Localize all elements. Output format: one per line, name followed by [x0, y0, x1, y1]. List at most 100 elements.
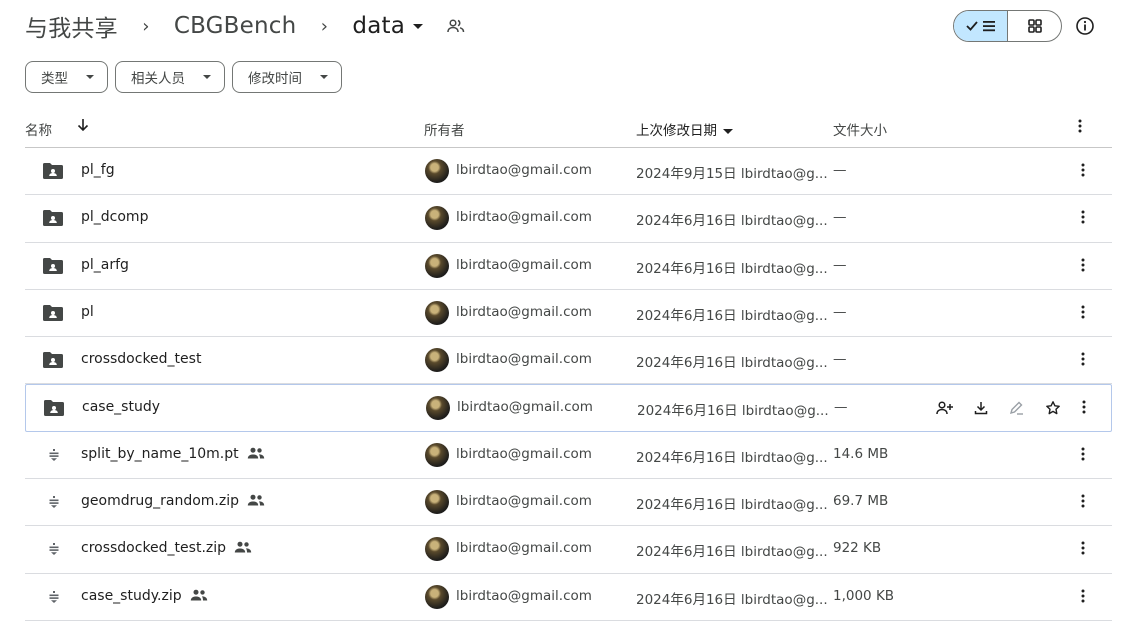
modified-date: 2024年9月15日 lbirdtao@g... — [636, 166, 828, 182]
owner-email: lbirdtao@gmail.com — [456, 303, 592, 320]
more-vert-icon[interactable] — [1080, 493, 1092, 511]
owner-email: lbirdtao@gmail.com — [456, 540, 592, 557]
column-owner-header[interactable]: 所有者 — [424, 119, 465, 139]
shared-folder-icon — [42, 257, 64, 277]
owner-avatar — [425, 300, 449, 325]
breadcrumb: 与我共享 › CBGBench › data — [25, 8, 467, 44]
file-name[interactable]: pl_arfg — [81, 257, 129, 273]
file-name[interactable]: case_study — [82, 399, 160, 415]
archive-file-icon — [49, 543, 59, 556]
owner-email: lbirdtao@gmail.com — [456, 162, 592, 178]
table-row[interactable]: geomdrug_random.zip lbirdtao@gmail.com 202… — [25, 479, 1112, 527]
more-vert-icon[interactable] — [1080, 446, 1092, 464]
modified-date: 2024年6月16日 lbirdtao@g... — [636, 260, 828, 277]
table-row[interactable]: case_study.zip lbirdtao@gmail.com 2024年6月1… — [25, 574, 1112, 621]
file-name[interactable]: pl_fg — [81, 162, 115, 178]
owner-avatar — [425, 206, 449, 231]
caret-down-icon — [203, 75, 211, 79]
modified-date: 2024年6月16日 lbirdtao@g... — [636, 544, 828, 561]
file-size: — — [833, 303, 847, 320]
table-row[interactable]: pl lbirdtao@gmail.com 2024年6月16日 lbirdtao@… — [25, 290, 1112, 338]
shared-people-icon[interactable] — [447, 16, 467, 36]
shared-folder-icon — [42, 162, 64, 182]
shared-icon — [247, 494, 265, 508]
file-name[interactable]: geomdrug_random.zip — [81, 493, 265, 509]
table-row[interactable]: pl_arfg lbirdtao@gmail.com 2024年6月16日 lbir… — [25, 243, 1112, 290]
file-name[interactable]: pl_dcomp — [81, 209, 148, 225]
more-vert-icon[interactable] — [1080, 209, 1092, 227]
column-modified-header[interactable]: 上次修改日期 — [636, 119, 733, 139]
caret-down-icon — [86, 75, 94, 79]
modified-date: 2024年6月16日 lbirdtao@g... — [636, 307, 828, 324]
more-vert-icon[interactable] — [1080, 162, 1092, 180]
owner-email: lbirdtao@gmail.com — [456, 209, 592, 226]
archive-file-icon — [49, 448, 59, 461]
filter-bar: 类型 相关人员 修改时间 — [25, 61, 342, 93]
share-person-add-icon[interactable] — [935, 398, 955, 418]
file-name[interactable]: pl — [81, 304, 94, 320]
arrow-down-icon[interactable] — [75, 117, 91, 137]
table-header: 名称 所有者 上次修改日期 文件大小 — [25, 108, 1112, 148]
owner-email: lbirdtao@gmail.com — [456, 256, 592, 273]
star-icon[interactable] — [1043, 398, 1063, 418]
owner-avatar — [425, 490, 449, 515]
caret-down-icon — [413, 24, 424, 29]
modified-date: 2024年6月16日 lbirdtao@g... — [637, 403, 829, 420]
owner-email: lbirdtao@gmail.com — [456, 445, 592, 462]
more-vert-icon[interactable] — [1081, 399, 1093, 417]
file-name[interactable]: case_study.zip — [81, 588, 208, 604]
more-vert-icon[interactable] — [1080, 257, 1092, 275]
rename-icon[interactable] — [1007, 398, 1027, 418]
shared-folder-icon — [43, 399, 65, 419]
table-row[interactable]: split_by_name_10m.pt lbirdtao@gmail.com 20… — [25, 432, 1112, 480]
file-size: 14.6 MB — [833, 445, 889, 462]
table-row[interactable]: pl_fg lbirdtao@gmail.com 2024年9月15日 lbirdt… — [25, 148, 1112, 196]
file-name-text: pl_arfg — [81, 256, 129, 273]
modified-date: 2024年6月16日 lbirdtao@g... — [636, 497, 828, 514]
check-list-icon — [965, 21, 995, 32]
file-size: — — [833, 209, 847, 226]
filter-people-label: 相关人员 — [131, 71, 185, 87]
table-row[interactable]: crossdocked_test.zip lbirdtao@gmail.com 20… — [25, 526, 1112, 574]
table-row[interactable]: crossdocked_test lbirdtao@gmail.com 2024年6… — [25, 337, 1112, 385]
modified-date: 2024年6月16日 lbirdtao@g... — [636, 213, 828, 230]
shared-folder-icon — [42, 209, 64, 229]
column-size-header[interactable]: 文件大小 — [833, 119, 887, 139]
more-vert-icon[interactable] — [1080, 351, 1092, 369]
breadcrumb-parent[interactable]: CBGBench — [174, 13, 297, 39]
table-row[interactable]: case_study lbirdtao@gmail.com 2024年6月16日 l… — [25, 384, 1112, 432]
owner-avatar — [426, 396, 450, 421]
owner-avatar — [425, 537, 449, 562]
column-name-header[interactable]: 名称 — [25, 119, 52, 139]
owner-avatar — [425, 348, 449, 373]
list-view-button[interactable] — [954, 11, 1008, 41]
file-name-text: pl_fg — [81, 162, 115, 178]
breadcrumb-root[interactable]: 与我共享 — [25, 9, 118, 43]
more-vert-icon[interactable] — [1080, 588, 1092, 606]
table-row[interactable]: pl_dcomp lbirdtao@gmail.com 2024年6月16日 lbi… — [25, 195, 1112, 243]
file-name-text: split_by_name_10m.pt — [81, 445, 239, 462]
filter-type-chip[interactable]: 类型 — [25, 61, 108, 93]
breadcrumb-current[interactable]: data — [352, 13, 424, 39]
file-name[interactable]: split_by_name_10m.pt — [81, 446, 265, 462]
info-icon[interactable] — [1075, 16, 1095, 36]
file-size: 69.7 MB — [833, 493, 889, 510]
more-vert-icon[interactable] — [1080, 540, 1092, 558]
file-name-text: geomdrug_random.zip — [81, 493, 239, 510]
file-name-text: pl — [81, 303, 94, 320]
modified-date: 2024年6月16日 lbirdtao@g... — [636, 591, 828, 608]
filter-modified-chip[interactable]: 修改时间 — [232, 61, 342, 93]
owner-email: lbirdtao@gmail.com — [457, 399, 593, 416]
filter-people-chip[interactable]: 相关人员 — [115, 61, 225, 93]
archive-file-icon — [49, 496, 59, 509]
archive-file-icon — [49, 590, 59, 603]
more-vert-icon[interactable] — [1077, 118, 1083, 138]
download-icon[interactable] — [971, 398, 991, 418]
file-name[interactable]: crossdocked_test.zip — [81, 540, 252, 556]
chevron-right-icon: › — [142, 15, 150, 37]
more-vert-icon[interactable] — [1080, 304, 1092, 322]
file-name-text: crossdocked_test — [81, 351, 202, 368]
owner-email: lbirdtao@gmail.com — [456, 493, 592, 510]
grid-view-button[interactable] — [1008, 11, 1061, 41]
file-name[interactable]: crossdocked_test — [81, 351, 201, 367]
